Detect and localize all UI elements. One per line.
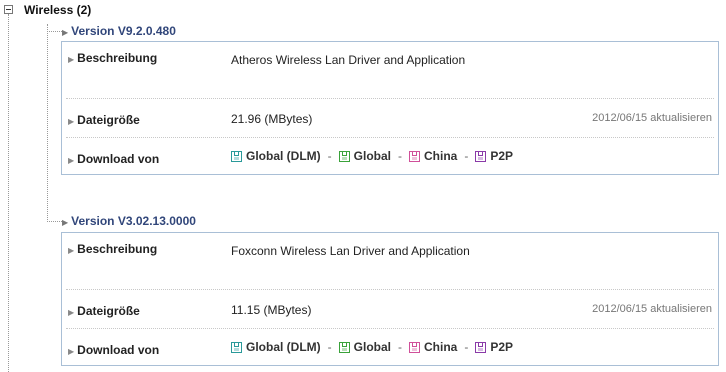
triangle-right-icon: ▶ [68, 347, 75, 356]
floppy-disk-icon [338, 150, 350, 162]
floppy-disk-icon [475, 150, 487, 162]
download-china-link[interactable]: China [409, 340, 457, 354]
triangle-right-icon: ▶ [68, 246, 75, 255]
download-label: ▶ Download von [68, 343, 160, 357]
divider [66, 328, 714, 329]
download-global-dlm-link[interactable]: Global (DLM) [231, 149, 321, 163]
tree-branch [47, 31, 62, 32]
download-links: Global (DLM) - Global - China - P2P [231, 340, 513, 354]
section-title[interactable]: Wireless (2) [24, 3, 91, 17]
description-label: ▶ Beschreibung [68, 51, 158, 65]
collapse-icon[interactable] [4, 5, 13, 14]
tree-line [47, 24, 48, 220]
floppy-disk-icon [231, 150, 242, 162]
size-value: 21.96 (MBytes) [231, 112, 313, 126]
floppy-disk-icon [231, 341, 242, 353]
download-global-dlm-link[interactable]: Global (DLM) [231, 340, 321, 354]
updated-date: 2012/06/15 aktualisieren [592, 112, 712, 124]
divider [66, 289, 714, 290]
description-value: Atheros Wireless Lan Driver and Applicat… [231, 53, 466, 67]
size-value: 11.15 (MBytes) [231, 303, 312, 317]
size-label: ▶ Dateigröße [68, 113, 140, 127]
version-title[interactable]: ▶ Version V3.02.13.0000 [62, 214, 196, 228]
updated-date: 2012/06/15 aktualisieren [592, 303, 712, 315]
tree-line [8, 14, 9, 372]
size-label: ▶ Dateigröße [68, 304, 140, 318]
floppy-disk-icon [409, 341, 420, 353]
tree-branch [47, 221, 62, 222]
download-china-link[interactable]: China [409, 149, 457, 163]
divider [66, 137, 714, 138]
download-global-link[interactable]: Global [338, 149, 391, 163]
download-global-link[interactable]: Global [338, 340, 391, 354]
download-p2p-link[interactable]: P2P [475, 340, 513, 354]
version-title[interactable]: ▶ Version V9.2.0.480 [62, 24, 176, 38]
divider [66, 98, 714, 99]
triangle-right-icon: ▶ [68, 117, 75, 126]
triangle-right-icon: ▶ [68, 55, 75, 64]
version-panel: ▶ Beschreibung Atheros Wireless Lan Drive… [61, 41, 719, 175]
description-label: ▶ Beschreibung [68, 242, 158, 256]
version-panel: ▶ Beschreibung Foxconn Wireless Lan Drive… [61, 232, 719, 366]
triangle-right-icon: ▶ [62, 218, 69, 227]
download-links: Global (DLM) - Global - China - P2P [231, 149, 513, 163]
floppy-disk-icon [338, 341, 350, 353]
download-p2p-link[interactable]: P2P [475, 149, 513, 163]
triangle-right-icon: ▶ [68, 308, 75, 317]
floppy-disk-icon [475, 341, 487, 353]
description-value: Foxconn Wireless Lan Driver and Applicat… [231, 244, 470, 258]
triangle-right-icon: ▶ [62, 28, 69, 37]
floppy-disk-icon [409, 150, 420, 162]
download-label: ▶ Download von [68, 152, 160, 166]
triangle-right-icon: ▶ [68, 156, 75, 165]
